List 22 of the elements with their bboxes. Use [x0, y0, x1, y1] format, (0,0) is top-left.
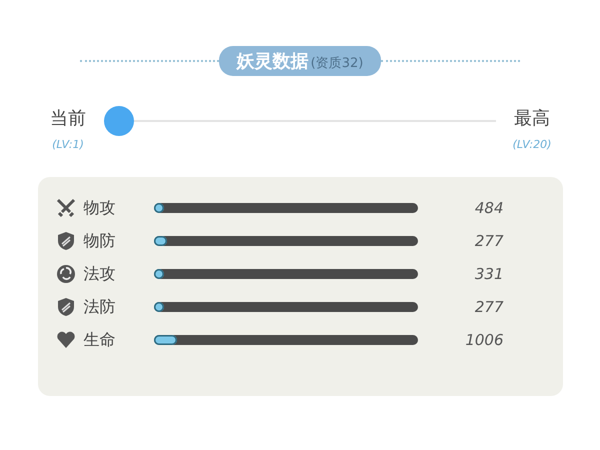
- slider-thumb[interactable]: [104, 106, 134, 136]
- stat-label: 生命: [84, 330, 116, 350]
- shield-icon: [56, 231, 76, 251]
- stat-label: 法防: [84, 296, 116, 318]
- stat-value: 331: [474, 265, 504, 283]
- section-title: 妖灵数据: [236, 50, 309, 73]
- stat-value: 277: [474, 298, 504, 316]
- slider-end-label: 最高: [514, 107, 550, 130]
- stat-label: 物攻: [84, 198, 116, 218]
- stat-value: 1006: [464, 331, 504, 349]
- stat-value: 484: [474, 199, 504, 217]
- stat-label: 物防: [84, 230, 116, 252]
- swirl-icon: [56, 264, 76, 284]
- stat-value: 277: [474, 232, 504, 250]
- stat-label: 法攻: [84, 264, 116, 284]
- section-subtitle: (资质32): [310, 55, 364, 72]
- crossed-swords-icon: [56, 198, 76, 218]
- heart-icon: [56, 330, 76, 350]
- end-level-text: (LV:20): [512, 138, 552, 151]
- shield-icon: [56, 297, 76, 317]
- slider-start-label: 当前: [50, 107, 86, 130]
- start-level-text: (LV:1): [52, 138, 84, 151]
